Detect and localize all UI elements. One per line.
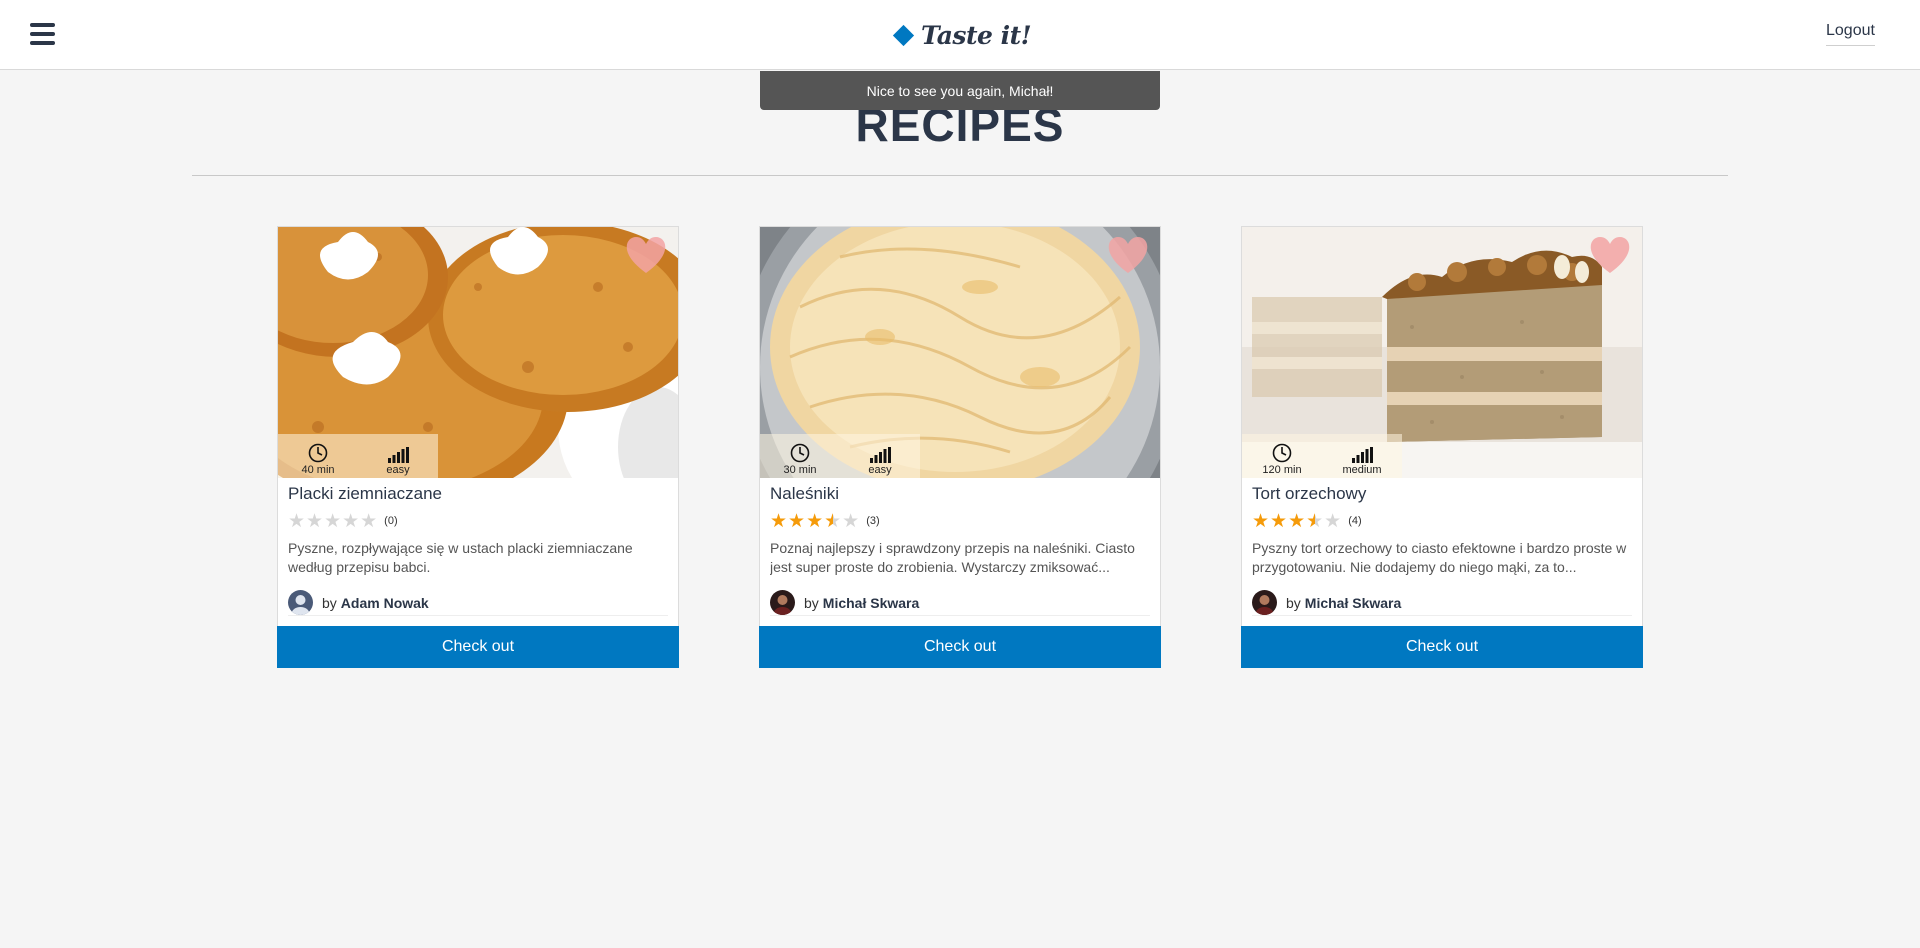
recipe-image-potato-pancakes[interactable]: 40 min easy — [278, 227, 678, 478]
title-divider — [192, 175, 1728, 176]
star-rating: ★★★★★ (4) — [1252, 511, 1362, 531]
author-avatar — [288, 590, 313, 615]
by-label: by — [804, 594, 819, 611]
cooking-time: 30 min — [760, 434, 840, 478]
star-rating: ★★★★★ (0) — [288, 511, 398, 531]
recipe-author: by Michał Skwara — [1252, 590, 1632, 616]
cooking-time-label: 120 min — [1262, 464, 1302, 476]
recipe-author: by Adam Nowak — [288, 590, 668, 616]
rating-stars: ★★★★★ — [1252, 510, 1343, 532]
recipe-author: by Michał Skwara — [770, 590, 1150, 616]
clock-icon — [790, 443, 810, 463]
recipe-title[interactable]: Naleśniki — [770, 484, 839, 504]
difficulty-label: easy — [386, 464, 410, 476]
diamond-logo-icon — [892, 24, 915, 46]
difficulty: easy — [840, 434, 920, 478]
recipe-card: 30 min easy Naleśniki ★★★★★ (3) Poznaj n… — [759, 226, 1161, 668]
check-out-button[interactable]: Check out — [277, 626, 679, 668]
by-label: by — [322, 594, 337, 611]
favorite-heart-icon[interactable] — [624, 235, 668, 275]
author-avatar — [770, 590, 795, 615]
logout-link[interactable]: Logout — [1826, 22, 1875, 46]
check-out-button[interactable]: Check out — [759, 626, 1161, 668]
check-out-button[interactable]: Check out — [1241, 626, 1643, 668]
favorite-heart-icon[interactable] — [1106, 235, 1150, 275]
rating-stars: ★★★★★ — [288, 510, 379, 532]
rating-stars: ★★★★★ — [770, 510, 861, 532]
recipe-description: Pyszny tort orzechowy to ciasto efektown… — [1252, 540, 1627, 575]
difficulty-bars-icon — [388, 447, 409, 463]
recipe-title[interactable]: Tort orzechowy — [1252, 484, 1366, 504]
cooking-time-label: 30 min — [783, 464, 817, 476]
recipe-meta-overlay: 120 min medium — [1242, 434, 1402, 478]
logo-text: Taste it! — [921, 20, 1032, 50]
by-label: by — [1286, 594, 1301, 611]
recipe-image-nut-cake[interactable]: 120 min medium — [1242, 227, 1642, 478]
clock-icon — [1272, 443, 1292, 463]
hamburger-icon[interactable] — [30, 23, 55, 45]
favorite-heart-icon[interactable] — [1588, 235, 1632, 275]
recipe-meta-overlay: 40 min easy — [278, 434, 438, 478]
recipe-title[interactable]: Placki ziemniaczane — [288, 484, 442, 504]
author-avatar — [1252, 590, 1277, 615]
clock-icon — [308, 443, 328, 463]
difficulty-bars-icon — [870, 447, 891, 463]
recipe-meta-overlay: 30 min easy — [760, 434, 920, 478]
author-name[interactable]: Michał Skwara — [1305, 595, 1402, 611]
difficulty-label: medium — [1342, 464, 1382, 476]
rating-count: (3) — [866, 515, 880, 527]
cooking-time: 120 min — [1242, 434, 1322, 478]
recipe-card: 40 min easy Placki ziemniaczane ★★★★★ (0… — [277, 226, 679, 668]
author-name[interactable]: Michał Skwara — [823, 595, 920, 611]
rating-count: (4) — [1348, 515, 1362, 527]
recipe-description: Pyszne, rozpływające się w ustach placki… — [288, 540, 633, 575]
top-navigation-bar: Taste it! Logout — [0, 0, 1920, 70]
difficulty: easy — [358, 434, 438, 478]
rating-count: (0) — [384, 515, 398, 527]
author-name[interactable]: Adam Nowak — [341, 595, 429, 611]
recipe-card: 120 min medium Tort orzechowy ★★★★★ (4) … — [1241, 226, 1643, 668]
difficulty-bars-icon — [1352, 447, 1373, 463]
recipe-description: Poznaj najlepszy i sprawdzony przepis na… — [770, 540, 1135, 575]
recipe-image-crepes[interactable]: 30 min easy — [760, 227, 1160, 478]
cooking-time: 40 min — [278, 434, 358, 478]
welcome-notification: Nice to see you again, Michał! — [760, 71, 1160, 110]
difficulty-label: easy — [868, 464, 892, 476]
site-logo[interactable]: Taste it! — [892, 18, 1032, 52]
cooking-time-label: 40 min — [301, 464, 335, 476]
difficulty: medium — [1322, 434, 1402, 478]
star-rating: ★★★★★ (3) — [770, 511, 880, 531]
